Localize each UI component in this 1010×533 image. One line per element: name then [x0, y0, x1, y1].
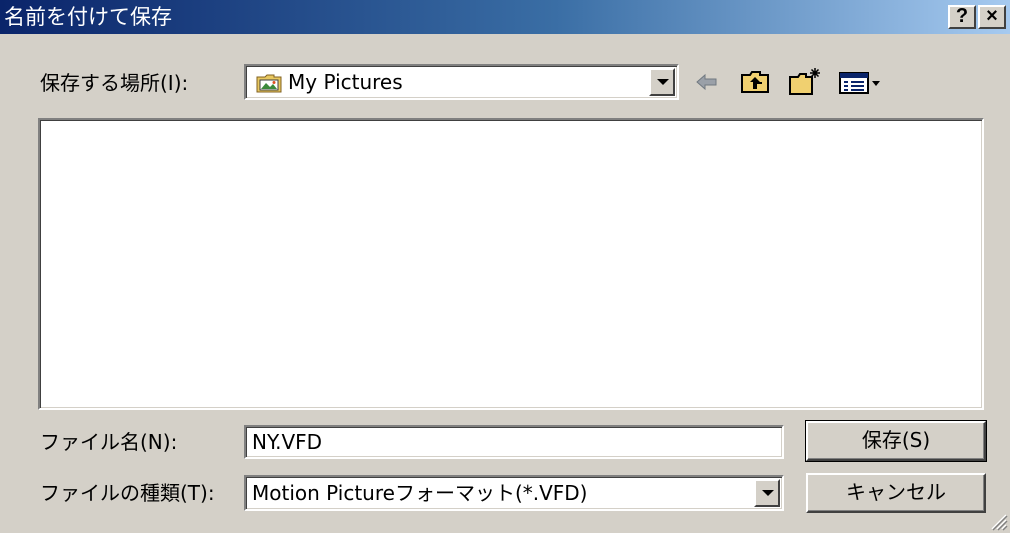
- cancel-button[interactable]: キャンセル: [806, 473, 986, 513]
- new-folder-icon[interactable]: [788, 66, 822, 98]
- save-in-value: My Pictures: [288, 70, 403, 94]
- file-type-label-text: ファイルの種類: [40, 481, 180, 505]
- file-type-value: Motion Pictureフォーマット(*.VFD): [252, 481, 588, 505]
- file-name-label: ファイル名(N):: [40, 429, 177, 455]
- resize-grip[interactable]: [986, 509, 1008, 531]
- help-button[interactable]: ?: [948, 5, 976, 29]
- save-in-label-text: 保存する場所: [40, 71, 160, 95]
- file-name-input[interactable]: NY.VFD: [244, 425, 784, 459]
- back-arrow-icon[interactable]: [694, 66, 720, 98]
- file-type-dropdown-arrow[interactable]: [754, 479, 780, 507]
- file-type-dropdown[interactable]: Motion Pictureフォーマット(*.VFD): [244, 475, 784, 511]
- file-name-label-key: (N):: [140, 430, 178, 454]
- file-type-label: ファイルの種類(T):: [40, 480, 215, 506]
- save-in-label: 保存する場所(I):: [40, 70, 188, 96]
- file-type-label-key: (T):: [180, 481, 215, 505]
- file-name-label-text: ファイル名: [40, 430, 140, 454]
- folder-pictures-icon: [256, 74, 282, 93]
- save-in-label-key: (I):: [160, 71, 189, 95]
- save-in-dropdown-arrow[interactable]: [649, 68, 675, 96]
- file-name-value: NY.VFD: [252, 430, 323, 454]
- view-menu-icon[interactable]: [838, 66, 882, 98]
- title-bar[interactable]: 名前を付けて保存 ? ×: [0, 0, 1010, 34]
- window-title: 名前を付けて保存: [4, 5, 172, 29]
- save-as-dialog: 名前を付けて保存 ? × 保存する場所(I): My Pictures ファイル…: [0, 0, 1010, 533]
- close-button[interactable]: ×: [978, 5, 1006, 29]
- file-list[interactable]: [38, 118, 984, 410]
- save-button[interactable]: 保存(S): [805, 420, 987, 462]
- up-one-level-icon[interactable]: [740, 66, 770, 98]
- save-in-dropdown[interactable]: My Pictures: [244, 64, 679, 100]
